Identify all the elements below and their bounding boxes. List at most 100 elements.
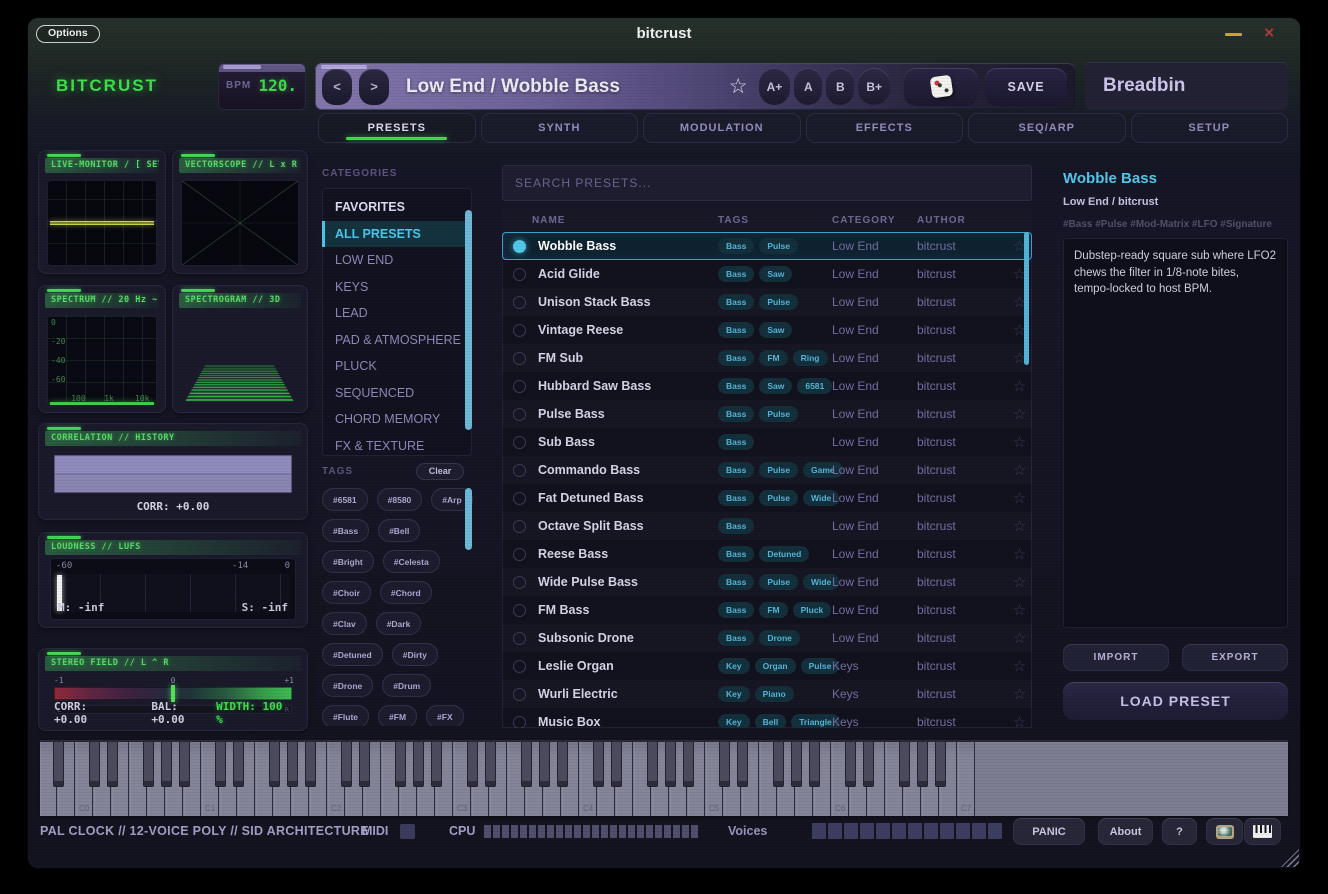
black-key[interactable] xyxy=(161,742,172,787)
category-item-low-end[interactable]: LOW END xyxy=(322,247,472,274)
randomize-button[interactable] xyxy=(904,68,978,106)
black-key[interactable] xyxy=(431,742,442,787)
black-key[interactable] xyxy=(305,742,316,787)
close-icon[interactable]: × xyxy=(1264,23,1274,43)
preset-radio[interactable] xyxy=(513,436,526,449)
category-item-favorites[interactable]: FAVORITES xyxy=(322,194,472,221)
bpm-display[interactable]: BPM 120. xyxy=(218,63,306,110)
black-key[interactable] xyxy=(737,742,748,787)
prev-preset-button[interactable]: < xyxy=(322,69,352,105)
black-key[interactable] xyxy=(341,742,352,787)
variation-button-a[interactable]: A+ xyxy=(759,68,791,105)
black-key[interactable] xyxy=(467,742,478,787)
black-key[interactable] xyxy=(179,742,190,787)
preset-favorite-star[interactable]: ☆ xyxy=(1007,405,1032,423)
tags-scrollbar[interactable] xyxy=(465,488,472,550)
tab-presets[interactable]: PRESETS xyxy=(318,113,476,143)
category-item-fx-texture[interactable]: FX & TEXTURE xyxy=(322,433,472,457)
table-row[interactable]: Leslie OrganKeyOrganPulseKeysbitcrust☆ xyxy=(502,652,1032,680)
bpm-value[interactable]: 120. xyxy=(258,76,297,95)
tag-pill-clav[interactable]: #Clav xyxy=(322,612,367,635)
table-row[interactable]: Unison Stack BassBassPulseLow Endbitcrus… xyxy=(502,288,1032,316)
black-key[interactable] xyxy=(791,742,802,787)
preset-radio[interactable] xyxy=(513,632,526,645)
preset-radio[interactable] xyxy=(513,604,526,617)
preset-table-scrollbar[interactable] xyxy=(1024,232,1029,365)
preset-radio[interactable] xyxy=(513,408,526,421)
black-key[interactable] xyxy=(287,742,298,787)
category-item-sequenced[interactable]: SEQUENCED xyxy=(322,380,472,407)
black-key[interactable] xyxy=(935,742,946,787)
tag-pill-drum[interactable]: #Drum xyxy=(382,674,431,697)
black-key[interactable] xyxy=(269,742,280,787)
preset-favorite-star[interactable]: ☆ xyxy=(1007,657,1032,675)
panic-button[interactable]: PANIC xyxy=(1013,818,1085,845)
preset-favorite-star[interactable]: ☆ xyxy=(1007,545,1032,563)
preset-radio[interactable] xyxy=(513,240,526,253)
black-key[interactable] xyxy=(899,742,910,787)
preset-radio[interactable] xyxy=(513,520,526,533)
table-row[interactable]: Acid GlideBassSawLow Endbitcrust☆ xyxy=(502,260,1032,288)
table-row[interactable]: Octave Split BassBassLow Endbitcrust☆ xyxy=(502,512,1032,540)
table-row[interactable]: Fat Detuned BassBassPulseWideLow Endbitc… xyxy=(502,484,1032,512)
white-key[interactable]: C7 xyxy=(958,742,975,816)
preset-radio[interactable] xyxy=(513,548,526,561)
black-key[interactable] xyxy=(557,742,568,787)
tag-pill-chord[interactable]: #Chord xyxy=(380,581,432,604)
preset-radio[interactable] xyxy=(513,492,526,505)
stereo-balance-bar[interactable] xyxy=(54,687,292,700)
tag-pill-drone[interactable]: #Drone xyxy=(322,674,373,697)
black-key[interactable] xyxy=(845,742,856,787)
import-button[interactable]: IMPORT xyxy=(1063,644,1169,671)
category-item-all-presets[interactable]: ALL PRESETS xyxy=(322,221,472,248)
bank-name-field[interactable]: Breadbin xyxy=(1085,62,1288,110)
preset-favorite-star[interactable]: ☆ xyxy=(1007,433,1032,451)
preset-favorite-star[interactable]: ☆ xyxy=(1007,685,1032,703)
tag-pill-flute[interactable]: #Flute xyxy=(322,705,369,726)
black-key[interactable] xyxy=(521,742,532,787)
black-key[interactable] xyxy=(215,742,226,787)
black-key[interactable] xyxy=(539,742,550,787)
table-row[interactable]: Hubbard Saw BassBassSaw6581Low Endbitcru… xyxy=(502,372,1032,400)
table-row[interactable]: Wurli ElectricKeyPianoKeysbitcrust☆ xyxy=(502,680,1032,708)
preset-favorite-star[interactable]: ☆ xyxy=(1007,517,1032,535)
black-key[interactable] xyxy=(143,742,154,787)
search-input[interactable] xyxy=(502,165,1032,201)
keyboard-toggle-button[interactable] xyxy=(1244,818,1281,845)
tag-pill-detuned[interactable]: #Detuned xyxy=(322,643,383,666)
preset-favorite-star[interactable]: ☆ xyxy=(1007,489,1032,507)
tab-effects[interactable]: EFFECTS xyxy=(806,113,964,143)
black-key[interactable] xyxy=(647,742,658,787)
black-key[interactable] xyxy=(611,742,622,787)
variation-button-a[interactable]: A xyxy=(794,68,822,105)
tag-pill-6581[interactable]: #6581 xyxy=(322,488,368,511)
tab-synth[interactable]: SYNTH xyxy=(481,113,639,143)
black-key[interactable] xyxy=(413,742,424,787)
table-row[interactable]: FM SubBassFMRingLow Endbitcrust☆ xyxy=(502,344,1032,372)
favorite-star-icon[interactable]: ☆ xyxy=(729,76,748,97)
variation-button-b[interactable]: B+ xyxy=(858,68,890,105)
table-row[interactable]: Vintage ReeseBassSawLow Endbitcrust☆ xyxy=(502,316,1032,344)
minimize-icon[interactable] xyxy=(1225,33,1242,36)
clear-tags-button[interactable]: Clear xyxy=(416,463,464,480)
help-button[interactable]: ? xyxy=(1162,818,1197,845)
category-item-pluck[interactable]: PLUCK xyxy=(322,353,472,380)
preset-radio[interactable] xyxy=(513,296,526,309)
black-key[interactable] xyxy=(665,742,676,787)
tag-pill-bass[interactable]: #Bass xyxy=(322,519,369,542)
category-item-lead[interactable]: LEAD xyxy=(322,300,472,327)
tag-pill-fx[interactable]: #FX xyxy=(426,705,464,726)
table-row[interactable]: Wide Pulse BassBassPulseWideLow Endbitcr… xyxy=(502,568,1032,596)
resize-handle[interactable] xyxy=(1281,849,1299,867)
preset-favorite-star[interactable]: ☆ xyxy=(1007,629,1032,647)
tag-pill-choir[interactable]: #Choir xyxy=(322,581,371,604)
preset-radio[interactable] xyxy=(513,576,526,589)
tag-pill-fm[interactable]: #FM xyxy=(378,705,417,726)
save-button[interactable]: SAVE xyxy=(985,68,1067,106)
preset-radio[interactable] xyxy=(513,352,526,365)
table-row[interactable]: Subsonic DroneBassDroneLow Endbitcrust☆ xyxy=(502,624,1032,652)
black-key[interactable] xyxy=(863,742,874,787)
black-key[interactable] xyxy=(485,742,496,787)
preset-radio[interactable] xyxy=(513,688,526,701)
black-key[interactable] xyxy=(53,742,64,787)
